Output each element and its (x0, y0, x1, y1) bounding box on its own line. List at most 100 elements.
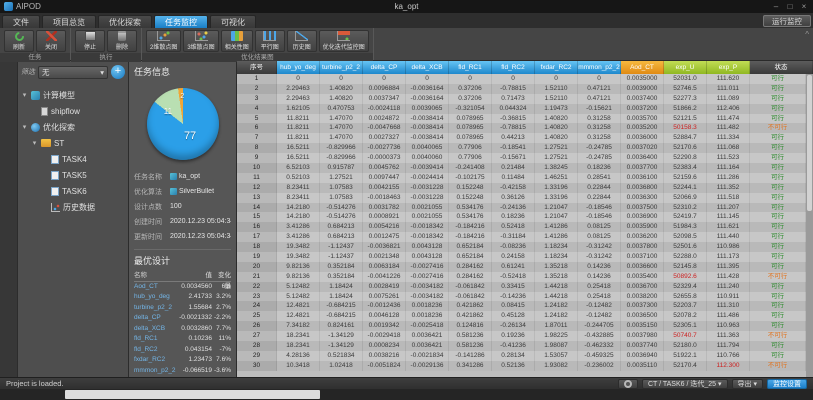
tab-可视化[interactable]: 可视化 (210, 15, 256, 28)
table-row[interactable]: 209.821360.3521840.0063184-0.00274160.28… (237, 262, 806, 272)
status-badge: 可行 (750, 183, 806, 193)
table-row[interactable]: 2718.2341-1.34129-0.00294180.00364210.58… (237, 331, 806, 341)
ribbon-collapse-icon[interactable]: ^ (805, 30, 809, 39)
column-header-delta_CP[interactable]: delta_CP (363, 61, 406, 74)
run-monitor-button[interactable]: 运行监控 (763, 15, 811, 27)
table-row[interactable]: 138.234111.07583-0.0018463-0.00312280.15… (237, 193, 806, 203)
monitor-config-button[interactable]: 监控设置 (767, 379, 807, 389)
column-header-hub_yo_deg[interactable]: hub_yo_deg (277, 61, 320, 74)
table-row[interactable]: 41.621050.470753-0.00241180.0039065-0.32… (237, 104, 806, 114)
tree-item-TASK4[interactable]: TASK4 (21, 151, 125, 167)
tab-优化探索[interactable]: 优化探索 (98, 15, 152, 28)
tree-arrow-icon[interactable]: ▾ (21, 123, 28, 131)
tree-arrow-icon[interactable]: ▾ (31, 139, 38, 147)
best-design-row[interactable]: Aod_CT0.00345606% (134, 282, 231, 293)
column-header-状态[interactable]: 状态 (750, 61, 813, 74)
minimize-button[interactable]: – (771, 2, 781, 11)
table-row[interactable]: 32.294631.408200.0037347-0.00361640.3720… (237, 94, 806, 104)
table-row[interactable]: 2512.4821-0.6842150.00461280.00182360.42… (237, 311, 806, 321)
column-header-fld_RC2[interactable]: fld_RC2 (492, 61, 535, 74)
maximize-button[interactable]: □ (785, 2, 795, 11)
column-header-序号[interactable]: 序号 (237, 61, 277, 74)
tree-item-shipflow[interactable]: shipflow (21, 103, 125, 119)
column-header-exp_U[interactable]: exp_U (664, 61, 707, 74)
best-design-row[interactable]: delta_XCB0.00328607.7% (134, 324, 231, 335)
table-row[interactable]: 267.341820.8241610.0019342-0.00254180.12… (237, 321, 806, 331)
tree-item-ST[interactable]: ▾ST (21, 135, 125, 151)
table-row[interactable]: 1514.2180-0.5142760.00089210.00210550.53… (237, 212, 806, 222)
ribbon-button-history[interactable]: 历史图 (287, 30, 317, 52)
ribbon-button-refresh[interactable]: 刷新 (4, 30, 34, 52)
table-row[interactable]: 1000000000.003500052031.0111.620可行 (237, 74, 806, 84)
column-header-mmmon_p2_2[interactable]: mmmon_p2_2 (578, 61, 621, 74)
status-badge: 可行 (750, 351, 806, 361)
table-row[interactable]: 1414.2180-0.5142760.00317820.00210550.53… (237, 203, 806, 213)
vertical-scrollbar[interactable] (806, 74, 813, 377)
table-row[interactable]: 816.5211-0.829966-0.00277360.00400650.77… (237, 143, 806, 153)
best-design-row[interactable]: fld_RC10.1023611% (134, 334, 231, 345)
status-badge: 可行 (750, 143, 806, 153)
tree-arrow-icon[interactable]: ▾ (21, 91, 28, 99)
add-task-button[interactable]: + (111, 65, 125, 79)
column-header-delta_XCB[interactable]: delta_XCB (406, 61, 449, 74)
table-row[interactable]: 1819.3482-1.12437-0.00368210.00431280.65… (237, 242, 806, 252)
tree-item-TASK5[interactable]: TASK5 (21, 167, 125, 183)
table-row[interactable]: 235.124821.184240.0075261-0.0034182-0.06… (237, 292, 806, 302)
table-row[interactable]: 106.521030.9157870.0045762-0.0039414-0.2… (237, 163, 806, 173)
ribbon-button-parallel[interactable]: 平行图 (255, 30, 285, 52)
table-row[interactable]: 294.281360.5218340.0038216-0.0021834-0.1… (237, 351, 806, 361)
column-header-turbine_p2_2[interactable]: turbine_p2_2 (320, 61, 363, 74)
table-row[interactable]: 3010.34181.02418-0.0051824-0.00291360.34… (237, 361, 806, 371)
best-design-row[interactable]: fld_RC20.043154-7% (134, 345, 231, 356)
table-row[interactable]: 711.82111.470700.0027327-0.00384140.0789… (237, 133, 806, 143)
ribbon-button-monitor[interactable]: 优化迭代监控图 (319, 30, 369, 52)
table-row[interactable]: 916.5211-0.829966-0.00003730.00400600.77… (237, 153, 806, 163)
status-badge: 可行 (750, 262, 806, 272)
ribbon-button-scatter3d[interactable]: 3维散点图 (183, 30, 218, 52)
table-row[interactable]: 2412.4821-0.684215-0.00124360.00182360.4… (237, 301, 806, 311)
best-design-row[interactable]: delta_CP-0.0021332-2.2% (134, 313, 231, 324)
ribbon-button-stop[interactable]: 停止 (75, 30, 105, 52)
table-row[interactable]: 219.821360.352184-0.0041226-0.00274160.2… (237, 272, 806, 282)
column-header-Aod_CT[interactable]: Aod_CT (621, 61, 664, 74)
table-row[interactable]: 128.234111.075830.0042155-0.00312280.152… (237, 183, 806, 193)
tree-item-TASK6[interactable]: TASK6 (21, 183, 125, 199)
column-header-fld_RC1[interactable]: fld_RC1 (449, 61, 492, 74)
filter-dropdown[interactable]: 无 ▾ (38, 66, 108, 79)
status-pie-chart: 11277 (147, 88, 219, 160)
ribbon-button-correlation[interactable]: 相关性图 (221, 30, 253, 52)
table-row[interactable]: 2818.2341-1.341290.00082340.00364210.581… (237, 341, 806, 351)
tree-item-历史数据[interactable]: 历史数据 (21, 199, 125, 215)
iteration-breadcrumb-dropdown[interactable]: CT / TASK6 / 迭代_25 ▾ (642, 379, 728, 389)
tree-item-计算模型[interactable]: ▾计算模型 (21, 87, 125, 103)
table-row[interactable]: 163.412860.6842130.0054216-0.0018342-0.1… (237, 222, 806, 232)
tab-文件[interactable]: 文件 (2, 15, 40, 28)
table-row[interactable]: 110.521031.275210.0097447-0.0024414-0.10… (237, 173, 806, 183)
table-row[interactable]: 511.82111.470700.0024872-0.00384140.0789… (237, 114, 806, 124)
best-design-row[interactable]: hub_yo_deg2.417333.2% (134, 292, 231, 303)
table-body: 1000000000.003500052031.0111.620可行22.294… (237, 74, 806, 377)
status-badge: 可行 (750, 74, 806, 84)
tab-任务监控[interactable]: 任务监控 (154, 15, 208, 28)
export-button[interactable]: 导出 ▾ (732, 379, 763, 389)
table-row[interactable]: 173.412860.6842130.0012475-0.0018342-0.1… (237, 232, 806, 242)
settings-button[interactable] (618, 379, 638, 389)
best-design-row[interactable]: turbine_p2_21.556842.7% (134, 303, 231, 314)
ribbon-button-trash[interactable]: 删除 (107, 30, 137, 52)
table-row[interactable]: 611.82111.47070-0.0047668-0.00384140.078… (237, 123, 806, 133)
table-row[interactable]: 225.124821.184240.0028419-0.0034182-0.06… (237, 282, 806, 292)
tree-item-优化探索[interactable]: ▾优化探索 (21, 119, 125, 135)
best-design-row[interactable]: mmmon_p2_2-0.066519-3.6% (134, 366, 231, 377)
parallel-icon (263, 31, 276, 41)
close-button[interactable]: × (799, 2, 809, 11)
ribbon-button-close[interactable]: 关闭 (36, 30, 66, 52)
table-row[interactable]: 1919.3482-1.124370.00213480.00431280.652… (237, 252, 806, 262)
tab-项目总览[interactable]: 项目总览 (42, 15, 96, 28)
ribbon-button-scatter2d[interactable]: 2维散点图 (146, 30, 181, 52)
column-header-exp_P[interactable]: exp_P (707, 61, 750, 74)
table-row[interactable]: 22.294631.408200.0096884-0.00361640.3720… (237, 84, 806, 94)
scrollbar-thumb[interactable] (807, 75, 812, 211)
column-header-fxdar_RC2[interactable]: fxdar_RC2 (535, 61, 578, 74)
best-design-row[interactable]: fxdar_RC21.234737.6% (134, 355, 231, 366)
status-bar: Project is loaded. CT / TASK6 / 迭代_25 ▾ … (0, 377, 813, 389)
